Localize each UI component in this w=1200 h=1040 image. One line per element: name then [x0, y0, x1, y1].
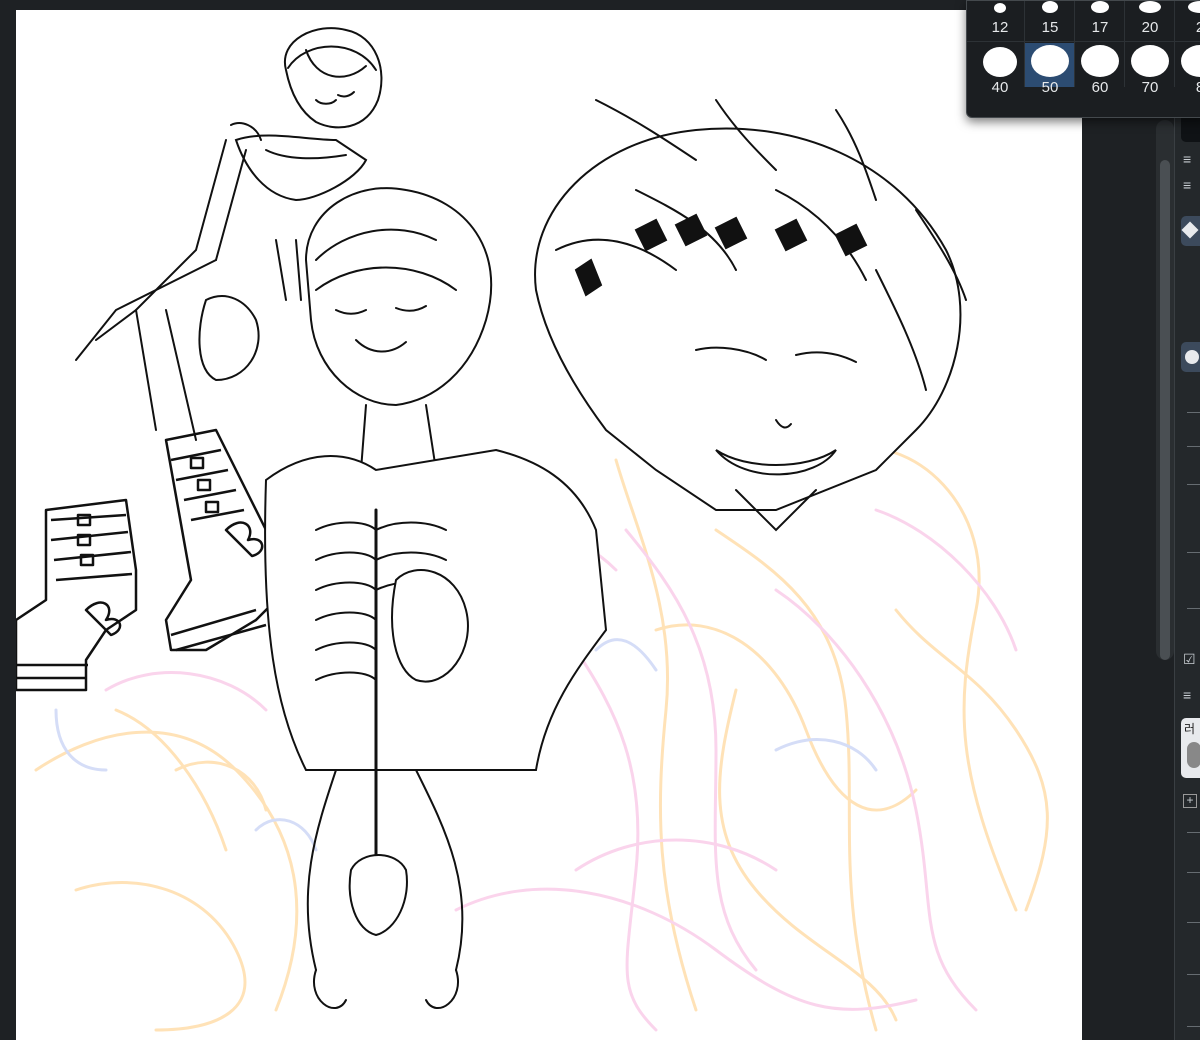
divider — [1187, 974, 1200, 975]
divider — [1187, 832, 1200, 833]
messy-hair-head-drawing — [534, 99, 967, 532]
brush-size-label: 8 — [1175, 79, 1200, 96]
brush-size-label: 17 — [1091, 19, 1109, 36]
brush-size-label: 20 — [1141, 19, 1159, 36]
brush-size-label: 15 — [1041, 19, 1059, 36]
brush-size-dot — [1130, 45, 1169, 77]
brush-size-option[interactable]: 15 — [1025, 1, 1075, 45]
brush-size-label: 50 — [1041, 79, 1059, 96]
layer-thumbnail-shape — [1187, 742, 1200, 768]
brush-tool-tile[interactable] — [1181, 342, 1200, 372]
brush-size-label: 12 — [991, 19, 1009, 36]
divider — [1187, 608, 1200, 609]
divider — [1187, 446, 1200, 447]
add-icon[interactable]: + — [1183, 794, 1197, 808]
menu-icon[interactable]: ≡ — [1183, 178, 1191, 192]
brush-size-label: 2 — [1175, 19, 1200, 36]
divider — [1187, 412, 1200, 413]
divider — [1187, 1026, 1200, 1027]
brush-size-option[interactable]: 8 — [1175, 43, 1200, 96]
brush-size-dot — [1030, 45, 1069, 77]
brush-icon — [1185, 350, 1199, 364]
brush-size-dot — [1041, 1, 1058, 13]
layer-thumbnail[interactable]: 러 — [1181, 718, 1200, 778]
brush-size-dot — [1080, 45, 1119, 77]
brush-size-dot — [1090, 1, 1109, 13]
brush-size-option[interactable]: 40 — [975, 43, 1025, 96]
brush-size-label: 70 — [1141, 79, 1159, 96]
brush-size-option[interactable]: 60 — [1075, 43, 1125, 96]
brush-size-option[interactable]: 12 — [975, 1, 1025, 45]
brush-size-label: 40 — [991, 79, 1009, 96]
brush-size-option[interactable]: 70 — [1125, 43, 1175, 96]
divider — [1187, 552, 1200, 553]
divider — [1187, 484, 1200, 485]
brush-size-option[interactable]: 17 — [1075, 1, 1125, 45]
boots-drawing — [16, 428, 288, 692]
brush-size-option-selected[interactable]: 50 — [1025, 43, 1075, 96]
workspace: ≡ ≡ ☑ ≡ 러 + 12 15 17 20 40 50 60 70 — [0, 0, 1200, 1040]
brush-size-option[interactable]: 20 — [1125, 1, 1175, 45]
right-side-panel: ≡ ≡ ☑ ≡ 러 + — [1174, 112, 1200, 1040]
brush-size-dot — [993, 3, 1006, 13]
divider — [967, 41, 1200, 42]
brush-size-dot — [1181, 45, 1200, 77]
brush-size-option[interactable]: 2 — [1175, 1, 1200, 45]
layer-label: 러 — [1184, 722, 1196, 736]
scrollbar-thumb[interactable] — [1160, 160, 1170, 660]
menu-icon[interactable]: ≡ — [1183, 688, 1191, 702]
artwork — [16, 27, 1049, 1032]
brush-size-dot — [982, 47, 1017, 77]
check-icon[interactable]: ☑ — [1183, 652, 1196, 666]
eraser-icon — [1181, 221, 1199, 239]
divider — [1187, 872, 1200, 873]
divider — [1187, 922, 1200, 923]
eraser-tool-tile[interactable] — [1181, 216, 1200, 246]
menu-icon[interactable]: ≡ — [1183, 152, 1191, 166]
brush-size-popup: 12 15 17 20 2 40 50 60 — [966, 0, 1200, 118]
brush-size-dot — [1138, 1, 1161, 13]
brush-size-dot — [1188, 1, 1200, 13]
drawing-canvas[interactable] — [16, 10, 1082, 1040]
brush-size-label: 60 — [1091, 79, 1109, 96]
